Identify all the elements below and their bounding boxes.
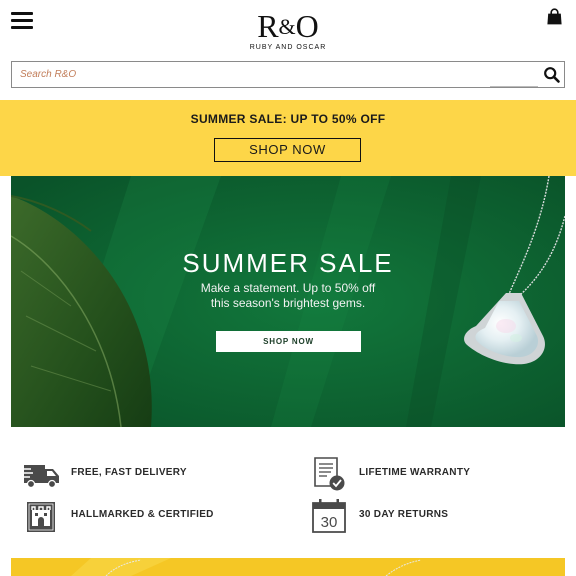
calendar-number: 30 — [321, 514, 338, 531]
promo-banner: SUMMER SALE: UP TO 50% OFF SHOP NOW — [0, 100, 576, 176]
hero-shop-now-button[interactable]: SHOP NOW — [216, 331, 361, 352]
promo-shop-now-button[interactable]: SHOP NOW — [214, 138, 361, 162]
hero-banner[interactable]: SUMMER SALE Make a statement. Up to 50% … — [11, 176, 565, 427]
secondary-banner[interactable] — [11, 558, 565, 576]
feature-label: HALLMARKED & CERTIFIED — [71, 509, 214, 520]
search-icon[interactable] — [543, 66, 561, 84]
hero-title: SUMMER SALE — [182, 248, 394, 278]
hamburger-menu-icon[interactable] — [11, 12, 33, 32]
delivery-truck-icon — [23, 456, 61, 492]
logo-subtitle: RUBY AND OSCAR — [249, 44, 327, 51]
search-input[interactable] — [12, 62, 490, 87]
warranty-certificate-icon — [311, 456, 349, 492]
feature-label: 30 DAY RETURNS — [359, 509, 449, 520]
feature-label: FREE, FAST DELIVERY — [71, 467, 187, 478]
hero-subtitle: Make a statement. Up to 50% off this sea… — [200, 281, 376, 310]
shopping-bag-icon[interactable] — [546, 8, 563, 25]
hallmark-icon — [23, 498, 61, 534]
search-divider — [490, 86, 538, 87]
site-header: R&O RUBY AND OSCAR — [0, 0, 576, 60]
site-logo[interactable]: R&O RUBY AND OSCAR — [244, 10, 332, 56]
feature-label: LIFETIME WARRANTY — [359, 467, 471, 478]
calendar-returns-icon: 30 — [311, 498, 349, 534]
promo-text: SUMMER SALE: UP TO 50% OFF — [190, 112, 386, 126]
search-bar — [11, 61, 565, 88]
secondary-banner-image — [11, 558, 565, 576]
logo-mark: R&O — [257, 8, 319, 44]
